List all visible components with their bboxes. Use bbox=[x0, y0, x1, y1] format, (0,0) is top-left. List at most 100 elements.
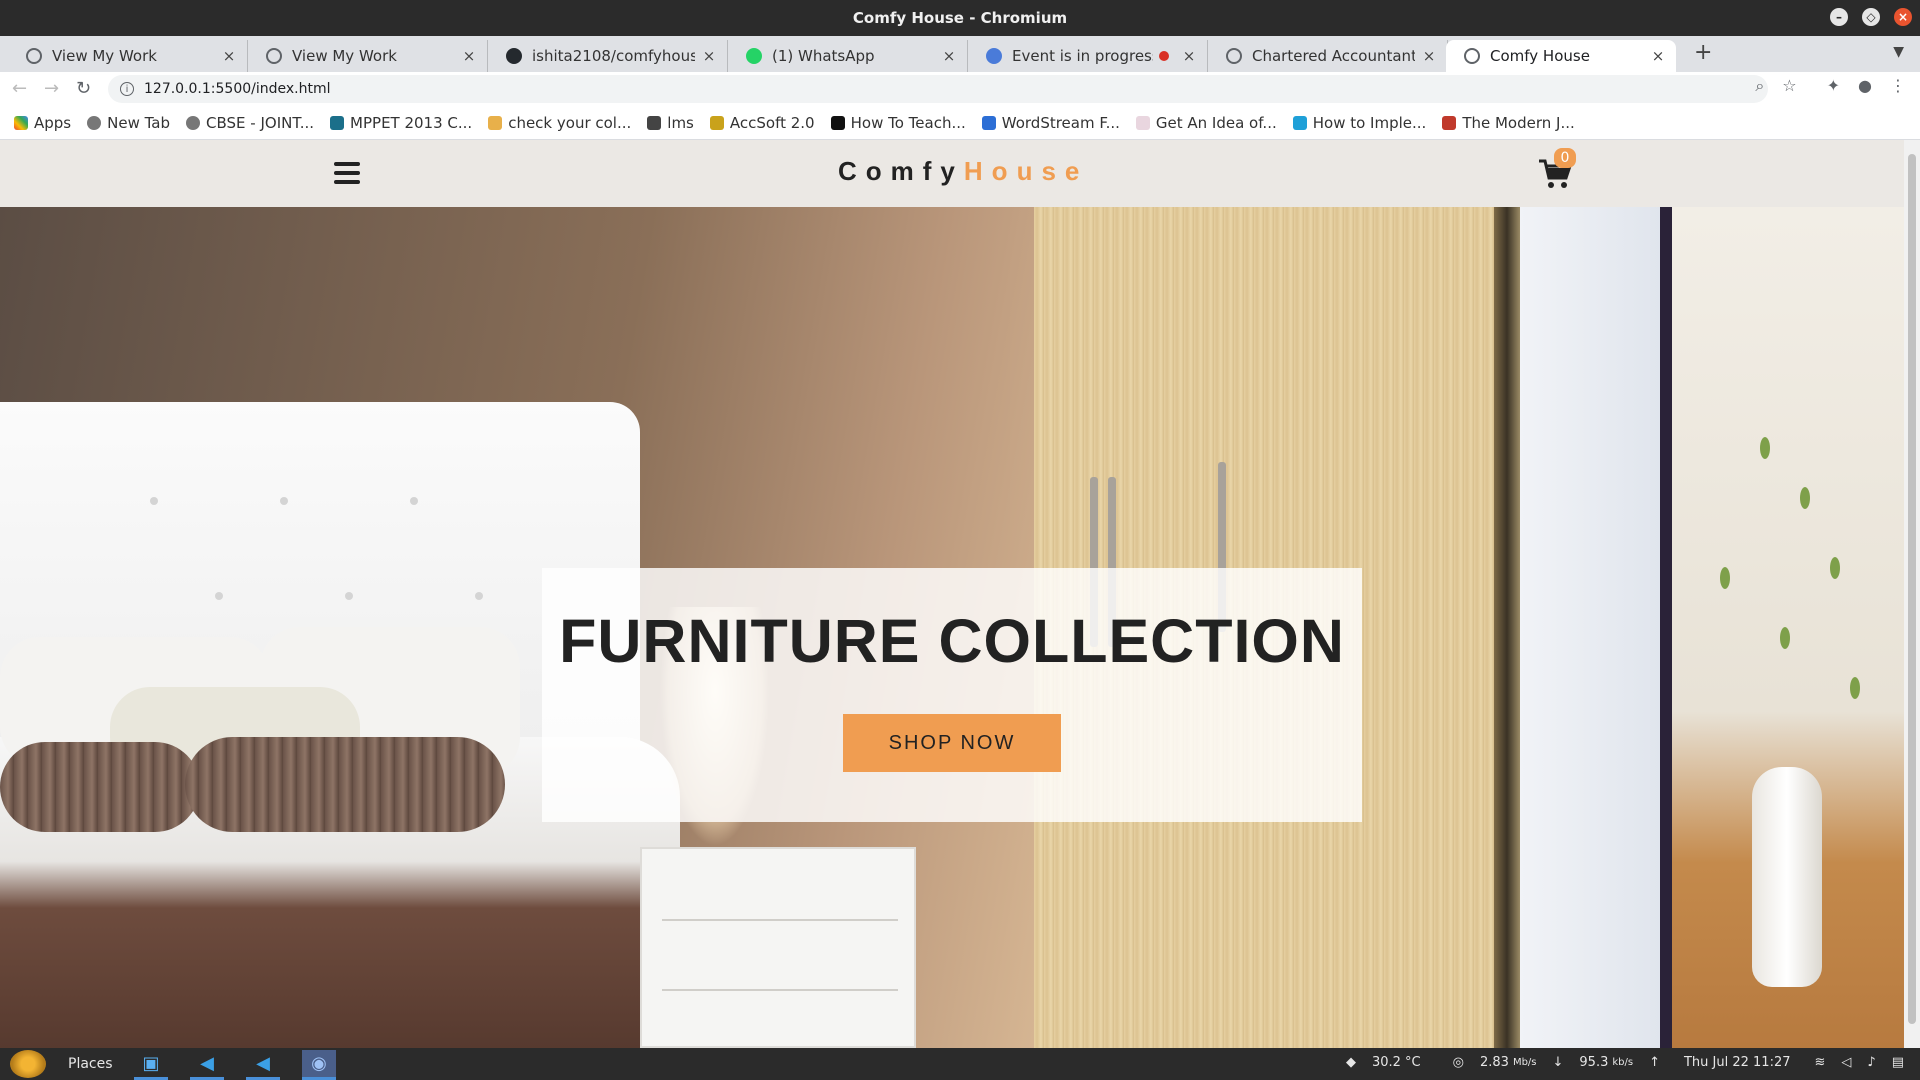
vscode-icon[interactable]: ◀ bbox=[246, 1050, 280, 1080]
tab-whatsapp[interactable]: (1) WhatsApp × bbox=[728, 40, 968, 72]
logo-main: Comfy bbox=[838, 156, 964, 186]
toolbar-actions: ⌕ ☆ ✦ ● ⋮ bbox=[1755, 76, 1906, 96]
bookmark-label: The Modern J... bbox=[1462, 113, 1575, 132]
globe-icon bbox=[26, 48, 42, 64]
bolster-pillow bbox=[0, 742, 200, 832]
address-bar[interactable]: i 127.0.0.1:5500/index.html bbox=[108, 75, 1768, 103]
cart-count-badge: 0 bbox=[1554, 148, 1576, 168]
extensions-icon[interactable]: ✦ bbox=[1827, 76, 1840, 96]
hamburger-menu-icon[interactable] bbox=[334, 162, 360, 184]
browser-toolbar: ← → ↻ i 127.0.0.1:5500/index.html ⌕ ☆ ✦ … bbox=[0, 72, 1920, 106]
close-tab-icon[interactable]: × bbox=[1181, 47, 1197, 65]
tab-event[interactable]: Event is in progress... × bbox=[968, 40, 1208, 72]
tab-search-icon[interactable]: ▼ bbox=[1893, 44, 1904, 60]
scrollbar-thumb[interactable] bbox=[1908, 154, 1916, 1024]
meet-icon bbox=[986, 48, 1002, 64]
minimize-icon[interactable]: – bbox=[1830, 8, 1848, 26]
back-icon[interactable]: ← bbox=[12, 78, 27, 99]
window-titlebar: Comfy House - Chromium – ◇ × bbox=[0, 0, 1920, 36]
nightstand bbox=[640, 847, 916, 1048]
tab-strip: View My Work × View My Work × ishita2108… bbox=[0, 36, 1920, 72]
bookmark-label: How to Imple... bbox=[1312, 113, 1427, 132]
bookmark-check-college[interactable]: check your col... bbox=[488, 114, 631, 132]
close-tab-icon[interactable]: × bbox=[1650, 47, 1666, 65]
bookmark-apps[interactable]: Apps bbox=[14, 114, 71, 132]
site-favicon-icon bbox=[1442, 115, 1457, 130]
close-tab-icon[interactable]: × bbox=[1421, 47, 1437, 65]
bookmark-get-an-idea[interactable]: Get An Idea of... bbox=[1135, 114, 1277, 132]
site-favicon-icon bbox=[330, 115, 345, 130]
headboard-tuft bbox=[215, 592, 223, 600]
tab-label: Comfy House bbox=[1490, 47, 1590, 65]
new-tab-icon[interactable]: + bbox=[1694, 40, 1712, 65]
file-manager-icon[interactable]: ▣ bbox=[134, 1050, 168, 1080]
tab-label: View My Work bbox=[52, 47, 157, 65]
url-text[interactable]: 127.0.0.1:5500/index.html bbox=[144, 81, 331, 97]
site-logo: ComfyHouse bbox=[838, 156, 1088, 187]
tab-view-my-work-1[interactable]: View My Work × bbox=[8, 40, 248, 72]
bookmark-label: MPPET 2013 C... bbox=[350, 113, 473, 132]
bookmark-how-to-teach[interactable]: How To Teach... bbox=[830, 113, 966, 132]
bookmark-new-tab[interactable]: New Tab bbox=[87, 114, 170, 132]
plant-leaf bbox=[1720, 567, 1730, 589]
upload-arrow-icon: ↑ bbox=[1649, 1055, 1660, 1070]
forward-icon[interactable]: → bbox=[44, 78, 59, 99]
maximize-icon[interactable]: ◇ bbox=[1862, 8, 1880, 26]
page-viewport: ComfyHouse 0 FURNITURE COLLECTION SHOP N… bbox=[0, 140, 1904, 1048]
bookmark-modern-j[interactable]: The Modern J... bbox=[1442, 113, 1575, 132]
tab-view-my-work-2[interactable]: View My Work × bbox=[248, 40, 488, 72]
site-favicon-icon bbox=[981, 115, 996, 130]
profile-icon[interactable]: ● bbox=[1858, 76, 1872, 96]
chromium-icon[interactable]: ◉ bbox=[302, 1050, 336, 1080]
shop-now-button[interactable]: SHOP NOW bbox=[843, 714, 1061, 772]
bookmark-mppet[interactable]: MPPET 2013 C... bbox=[330, 114, 472, 132]
bolster-pillow bbox=[185, 737, 505, 832]
globe-icon bbox=[1464, 48, 1480, 64]
network-monitor-icon: ◎ bbox=[1452, 1055, 1464, 1070]
microphone-icon[interactable]: ♪ bbox=[1867, 1055, 1875, 1070]
apps-grid-icon bbox=[14, 115, 28, 130]
wifi-icon[interactable]: ≋ bbox=[1815, 1055, 1826, 1070]
globe-icon bbox=[87, 115, 102, 130]
bookmark-accsoft[interactable]: AccSoft 2.0 bbox=[709, 114, 815, 132]
bookmark-star-icon[interactable]: ☆ bbox=[1782, 76, 1796, 96]
vscode-icon[interactable]: ◀ bbox=[190, 1050, 224, 1080]
system-tray: ◆ 30.2 °C ◎ 2.83 Mb/s ↓ 95.3 kb/s ↑ Thu … bbox=[1346, 1055, 1904, 1070]
bookmark-cbse[interactable]: CBSE - JOINT... bbox=[186, 114, 314, 132]
site-favicon-icon bbox=[709, 115, 724, 130]
download-speed: 2.83 bbox=[1479, 1055, 1509, 1070]
close-icon[interactable]: × bbox=[1894, 8, 1912, 26]
close-tab-icon[interactable]: × bbox=[701, 47, 717, 65]
tab-comfy-house[interactable]: Comfy House × bbox=[1446, 40, 1676, 72]
os-menu-icon[interactable] bbox=[10, 1050, 46, 1078]
bookmark-wordstream[interactable]: WordStream F... bbox=[981, 114, 1120, 132]
os-taskbar: Places ▣ ◀ ◀ ◉ ◆ 30.2 °C ◎ 2.83 Mb/s ↓ 9… bbox=[0, 1048, 1920, 1080]
site-info-icon[interactable]: i bbox=[120, 82, 134, 96]
zoom-icon[interactable]: ⌕ bbox=[1755, 76, 1764, 96]
tab-label: Chartered Accountant in I bbox=[1252, 47, 1415, 65]
menu-icon[interactable]: ⋮ bbox=[1890, 76, 1906, 96]
bookmark-label: How To Teach... bbox=[850, 113, 966, 132]
close-tab-icon[interactable]: × bbox=[941, 47, 957, 65]
upload-speed: 95.3 bbox=[1579, 1055, 1609, 1070]
tab-chartered-accountant[interactable]: Chartered Accountant in I × bbox=[1208, 40, 1448, 72]
upload-unit: kb/s bbox=[1612, 1057, 1634, 1068]
bookmark-how-to-implement[interactable]: How to Imple... bbox=[1292, 113, 1427, 132]
places-menu[interactable]: Places bbox=[68, 1056, 113, 1072]
page-scrollbar[interactable] bbox=[1904, 140, 1920, 1048]
plant-leaf bbox=[1780, 627, 1790, 649]
site-favicon-icon bbox=[647, 115, 662, 130]
tab-github[interactable]: ishita2108/comfyhouse × bbox=[488, 40, 728, 72]
wardrobe-gap bbox=[1494, 207, 1520, 1048]
bookmarks-bar: Apps New Tab CBSE - JOINT... MPPET 2013 … bbox=[0, 106, 1920, 140]
reload-icon[interactable]: ↻ bbox=[76, 78, 91, 99]
bookmark-lms[interactable]: lms bbox=[647, 114, 694, 132]
plant-leaf bbox=[1850, 677, 1860, 699]
site-favicon-icon bbox=[1292, 115, 1307, 130]
close-tab-icon[interactable]: × bbox=[221, 47, 237, 65]
clock[interactable]: Thu Jul 22 11:27 bbox=[1684, 1055, 1791, 1070]
close-tab-icon[interactable]: × bbox=[461, 47, 477, 65]
volume-icon[interactable]: ◁ bbox=[1841, 1055, 1851, 1070]
tab-label: Event is in progress... bbox=[1012, 47, 1153, 65]
notifications-icon[interactable]: ▤ bbox=[1892, 1055, 1904, 1070]
